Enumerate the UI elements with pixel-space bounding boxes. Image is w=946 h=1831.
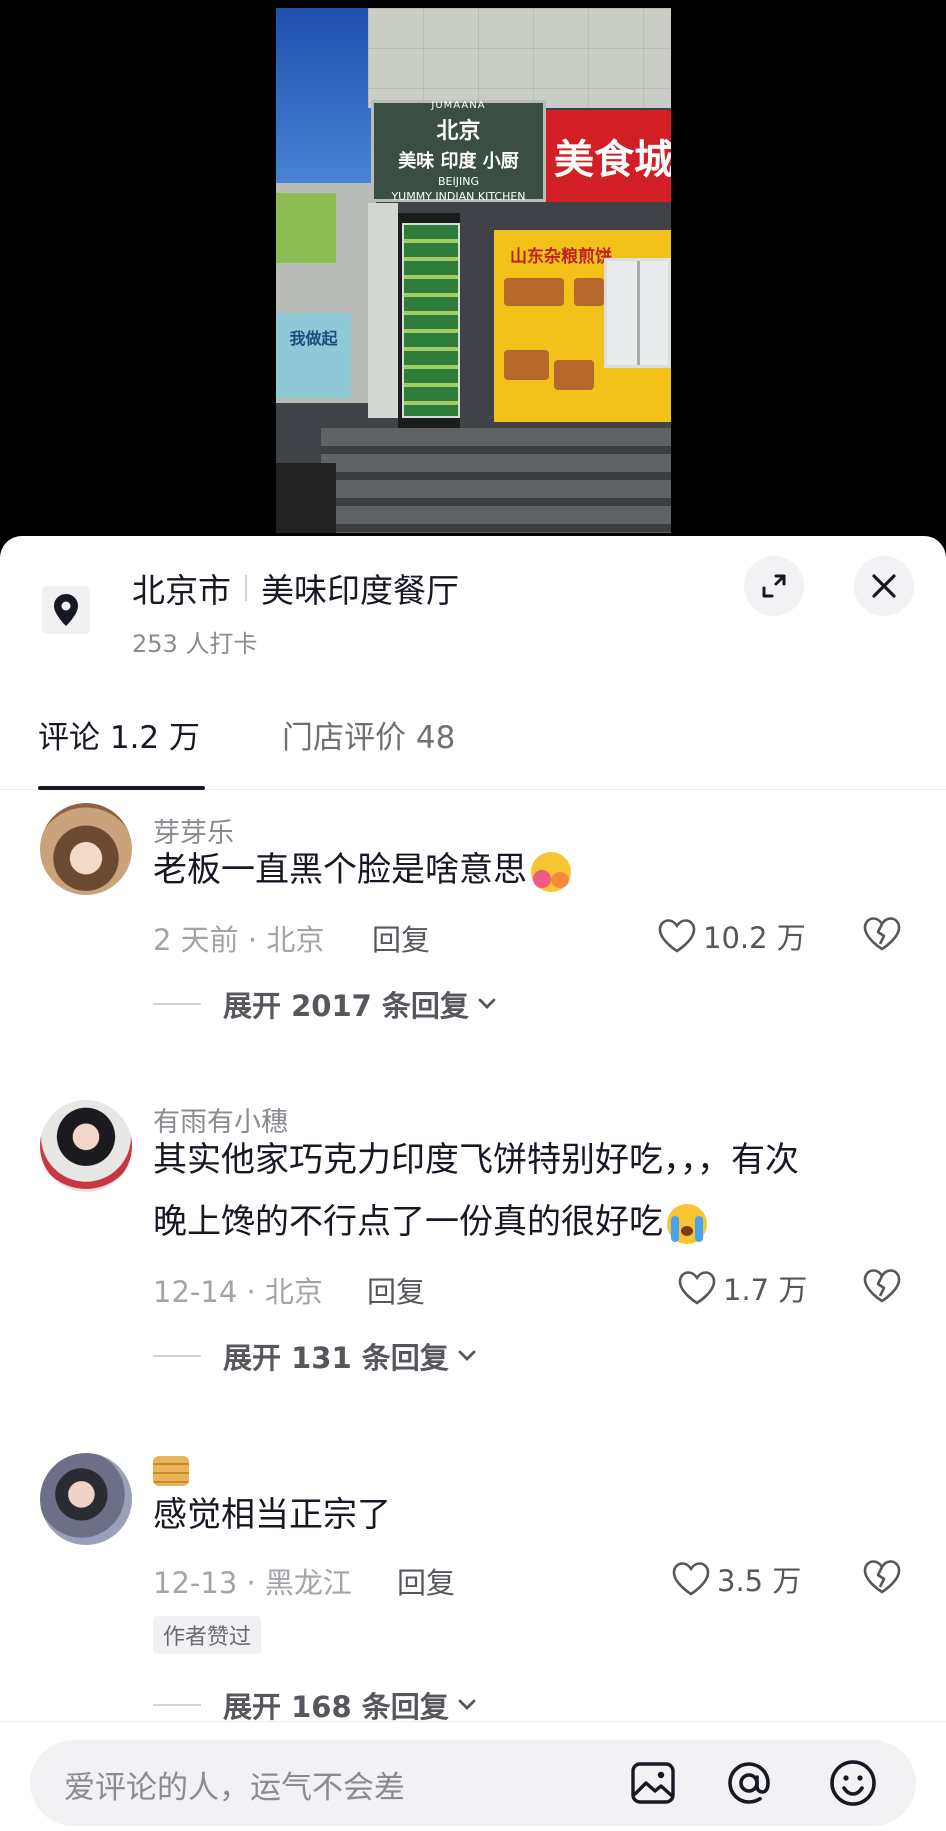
chevron-down-icon <box>458 1699 476 1710</box>
expand-line <box>153 1355 201 1357</box>
like-count: 3.5 万 <box>717 1564 802 1598</box>
comment-text: 其实他家巧克力印度飞饼特别好吃，，，有次 晚上馋的不行点了一份真的很好吃 <box>153 1129 913 1253</box>
like-count: 10.2 万 <box>703 921 806 955</box>
expand-replies-label: 展开 168 条回复 <box>223 1690 449 1724</box>
comment-text-line: 晚上馋的不行点了一份真的很好吃 <box>153 1202 663 1242</box>
storefront-photo: 我做起 JUMAANA 北京 美味 印度 小厨 BEIJING YUMMY IN… <box>276 8 671 533</box>
comment-text-line2: 晚上馋的不行点了一份真的很好吃 <box>153 1191 913 1253</box>
ground <box>276 463 336 533</box>
like-count: 1.7 万 <box>723 1273 808 1307</box>
comment-text-line: 其实他家巧克力印度飞饼特别好吃，，，有次 <box>153 1140 799 1180</box>
stall-window <box>604 258 671 368</box>
food-court-sign: 美食城 <box>546 110 671 202</box>
tab-store-reviews[interactable]: 门店评价 48 <box>282 712 455 757</box>
checkin-count: 253 人打卡 <box>132 630 258 658</box>
tab-bar: 评论 1.2 万 门店评价 48 <box>0 686 946 790</box>
close-button[interactable] <box>854 556 914 616</box>
chevron-down-icon <box>478 998 496 1009</box>
restaurant-sign: JUMAANA 北京 美味 印度 小厨 BEIJING YUMMY INDIAN… <box>371 99 546 203</box>
like-button[interactable]: 3.5 万 <box>671 1558 801 1600</box>
food-image <box>504 278 564 306</box>
tab-comments[interactable]: 评论 1.2 万 <box>38 712 200 757</box>
broken-heart-icon <box>863 1269 901 1303</box>
author-liked-badge: 作者赞过 <box>153 1616 262 1654</box>
video-area[interactable]: 我做起 JUMAANA 北京 美味 印度 小厨 BEIJING YUMMY IN… <box>0 0 946 560</box>
title-divider <box>245 575 247 601</box>
expand-icon <box>762 574 786 598</box>
comment-input[interactable]: 爱评论的人，运气不会差 <box>30 1740 916 1826</box>
comment-text: 感觉相当正宗了 <box>153 1495 391 1535</box>
location-place: 美味印度餐厅 <box>261 571 459 610</box>
avatar[interactable] <box>40 1453 132 1545</box>
comment-input-bar: 爱评论的人，运气不会差 <box>0 1721 946 1831</box>
avatar[interactable] <box>40 1100 132 1192</box>
location-header[interactable]: 北京市 美味印度餐厅 253 人打卡 <box>0 536 946 666</box>
comment-meta: 12-13 · 黑龙江 <box>153 1566 352 1600</box>
comment-text-content: 老板一直黑个脸是啥意思 <box>153 850 527 890</box>
chevron-down-icon <box>458 1350 476 1361</box>
expand-line <box>153 1704 201 1706</box>
active-tab-indicator <box>38 786 205 790</box>
heart-icon <box>658 919 696 953</box>
expand-replies-button[interactable]: 展开 131 条回复 <box>153 1335 477 1377</box>
pillar <box>368 203 398 418</box>
building-facade <box>368 8 671 108</box>
comments-sheet: 北京市 美味印度餐厅 253 人打卡 评论 1.2 万 门店评价 48 芽芽乐 … <box>0 536 946 1831</box>
green-panel <box>276 193 336 263</box>
sign-name-text: 美味 印度 小厨 <box>398 150 519 172</box>
crying-face-emoji <box>667 1203 707 1244</box>
emoji-icon <box>830 1760 876 1806</box>
image-button[interactable] <box>624 1754 682 1812</box>
dislike-button[interactable] <box>861 1558 903 1600</box>
expand-replies-label: 展开 131 条回复 <box>223 1341 449 1375</box>
location-pin-icon <box>42 586 90 634</box>
close-icon <box>872 574 896 598</box>
like-button[interactable]: 10.2 万 <box>657 915 806 957</box>
food-image <box>554 360 594 390</box>
reply-button[interactable]: 回复 <box>372 917 430 959</box>
left-poster-text: 我做起 <box>289 329 338 348</box>
reply-button[interactable]: 回复 <box>367 1269 425 1311</box>
stall-title: 山东杂粮煎饼 <box>510 247 612 267</box>
expand-replies-button[interactable]: 展开 168 条回复 <box>153 1684 477 1726</box>
sky <box>276 8 376 193</box>
expand-button[interactable] <box>744 556 804 616</box>
location-title[interactable]: 北京市 美味印度餐厅 <box>132 564 459 612</box>
image-icon <box>631 1762 675 1804</box>
expand-line <box>153 1003 201 1005</box>
dislike-button[interactable] <box>861 915 903 957</box>
sign-en2-text: YUMMY INDIAN KITCHEN <box>391 189 526 203</box>
door-menu-board <box>402 223 460 418</box>
expand-replies-label: 展开 2017 条回复 <box>223 989 469 1023</box>
food-image <box>574 278 604 306</box>
sign-city-text: 北京 <box>436 118 481 144</box>
sign-top-text: JUMAANA <box>431 99 486 111</box>
dislike-button[interactable] <box>861 1267 903 1309</box>
comment-input-placeholder: 爱评论的人，运气不会差 <box>64 1770 405 1806</box>
broken-heart-icon <box>863 917 901 951</box>
heart-icon <box>678 1271 716 1305</box>
at-mention-icon <box>728 1762 770 1804</box>
mention-button[interactable] <box>720 1754 778 1812</box>
hugging-face-emoji <box>531 851 571 892</box>
reply-button[interactable]: 回复 <box>397 1560 455 1602</box>
food-image <box>504 350 549 380</box>
location-city: 北京市 <box>132 571 231 610</box>
sign-en1-text: BEIJING <box>438 174 479 188</box>
emoji-button[interactable] <box>824 1754 882 1812</box>
avatar[interactable] <box>40 803 132 895</box>
comment-username[interactable] <box>153 1454 189 1486</box>
like-button[interactable]: 1.7 万 <box>677 1267 807 1309</box>
stone-steps <box>321 428 671 533</box>
comment-meta: 12-14 · 北京 <box>153 1275 323 1309</box>
comment-text: 老板一直黑个脸是啥意思 <box>153 839 913 901</box>
expand-replies-button[interactable]: 展开 2017 条回复 <box>153 983 497 1025</box>
pancakes-emoji <box>153 1455 189 1486</box>
heart-icon <box>672 1562 710 1596</box>
left-poster: 我做起 <box>276 313 351 398</box>
comment-meta: 2 天前 · 北京 <box>153 923 325 957</box>
broken-heart-icon <box>863 1560 901 1594</box>
